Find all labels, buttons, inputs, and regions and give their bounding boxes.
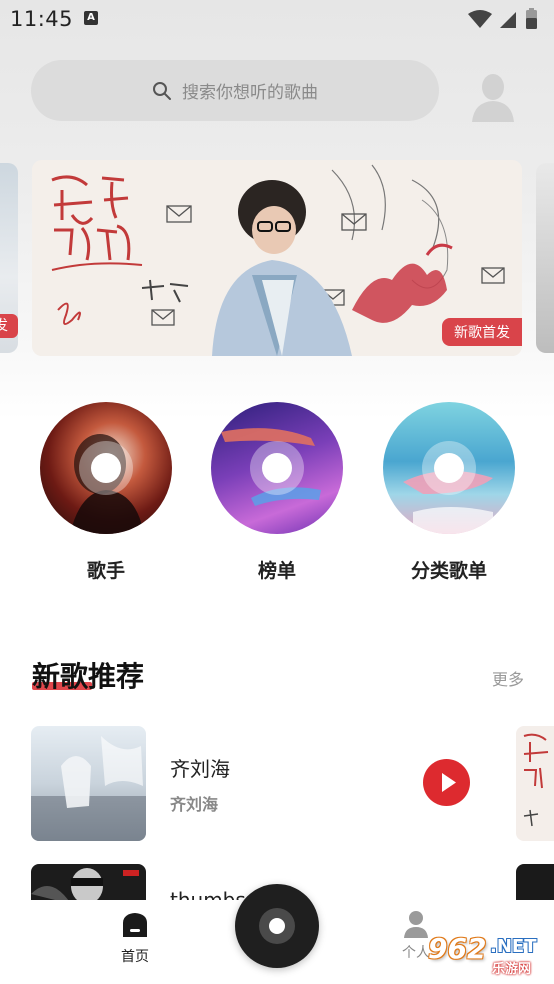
- category-label-singer: 歌手: [86, 560, 125, 582]
- section-title: 新歌推荐: [32, 660, 145, 693]
- watermark-sub: 乐游网: [492, 962, 532, 977]
- playlist-disc-icon: [383, 402, 515, 534]
- category-charts[interactable]: 榜单: [211, 402, 343, 583]
- nav-home-label: 首页: [121, 949, 149, 965]
- category-singer[interactable]: 歌手: [40, 402, 172, 583]
- notification-icon: A: [84, 11, 98, 25]
- search-placeholder: 搜索你想听的歌曲: [182, 83, 318, 103]
- song-artist: 齐刘海: [170, 795, 219, 814]
- nav-home[interactable]: 首页: [112, 910, 158, 966]
- play-button[interactable]: [423, 759, 470, 806]
- category-label-charts: 榜单: [257, 560, 296, 582]
- status-bar: 11:45 A: [0, 0, 554, 38]
- next-song-cover-peek[interactable]: [516, 726, 554, 841]
- status-time: 11:45: [10, 7, 74, 31]
- profile-icon: [404, 911, 428, 938]
- banner-prev-tag: 发: [0, 314, 18, 338]
- song-cover[interactable]: [31, 726, 146, 841]
- home-icon: [123, 913, 147, 937]
- song-cover-2[interactable]: [31, 864, 146, 904]
- disc-center: [269, 918, 285, 934]
- banner[interactable]: 新歌首发: [32, 160, 522, 356]
- next-song-cover-peek-2[interactable]: [516, 864, 554, 904]
- banner-next-peek[interactable]: [536, 163, 554, 353]
- singer-disc-icon: [40, 402, 172, 534]
- category-label-playlists: 分类歌单: [410, 560, 487, 582]
- user-avatar-icon[interactable]: [470, 70, 516, 122]
- chart-disc-icon: [211, 402, 343, 534]
- play-icon: [442, 773, 456, 792]
- category-playlists[interactable]: 分类歌单: [383, 402, 515, 583]
- watermark-brand: 962: [428, 932, 487, 965]
- search-icon: [153, 81, 171, 100]
- search-bar[interactable]: 搜索你想听的歌曲: [31, 60, 439, 121]
- watermark-tld: .NET: [490, 936, 537, 957]
- signal-battery-icons: [468, 8, 537, 29]
- song-title: 齐刘海: [170, 757, 230, 781]
- banner-tag: 新歌首发: [442, 318, 522, 346]
- more-link[interactable]: 更多: [492, 666, 524, 690]
- now-playing-disc[interactable]: [235, 884, 319, 968]
